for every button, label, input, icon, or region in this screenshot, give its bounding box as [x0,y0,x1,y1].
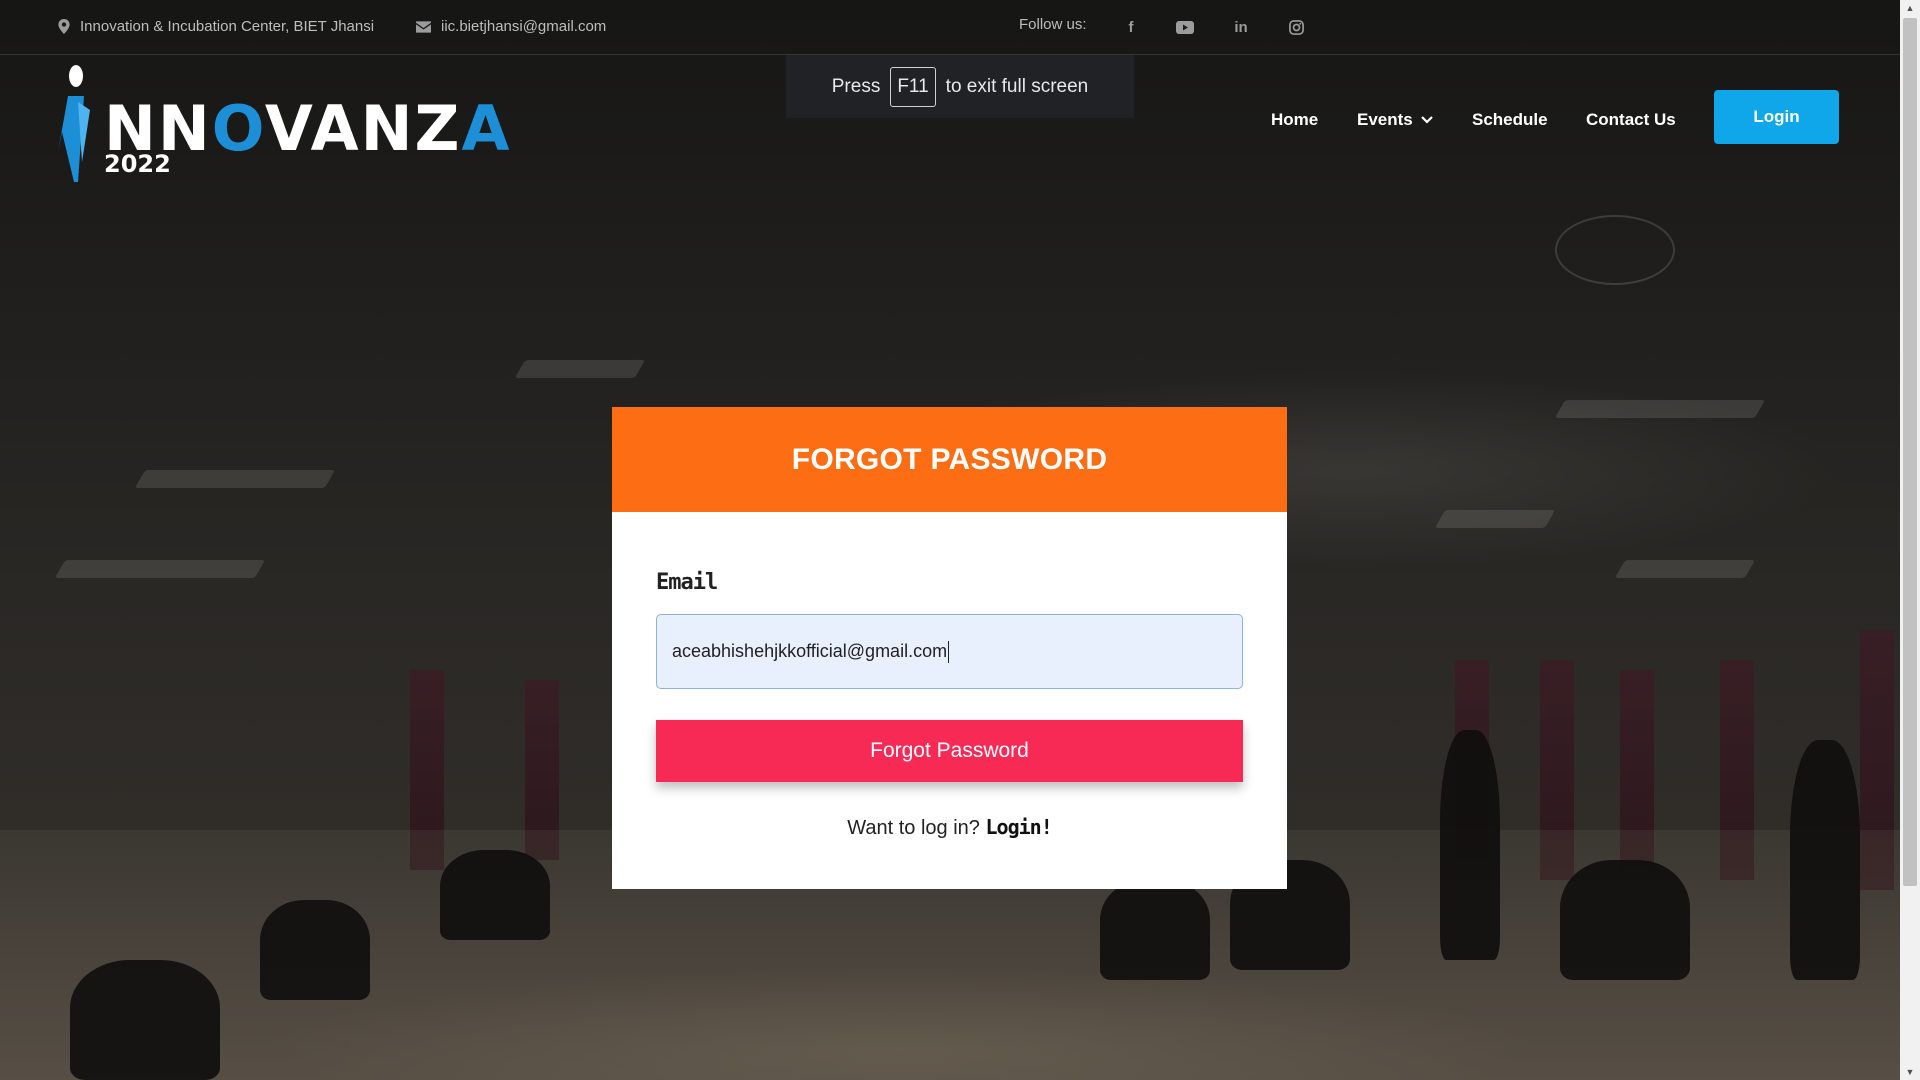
nav-events[interactable]: Events [1357,110,1433,130]
contact-email-link[interactable]: iic.bietjhansi@gmail.com [441,18,606,35]
forgot-password-card: FORGOT PASSWORD Email aceabhishehjkkoffi… [612,407,1287,889]
location-pin-icon [58,19,70,34]
f11-key: F11 [890,66,936,107]
nav-home[interactable]: Home [1271,110,1318,130]
login-link[interactable]: Login! [985,815,1052,839]
envelope-icon [416,20,431,33]
scroll-up-arrow-icon[interactable]: ▲ [1900,0,1920,16]
email-field[interactable]: aceabhishehjkkofficial@gmail.com [656,614,1243,689]
email-label: Email [656,570,718,595]
nav-schedule[interactable]: Schedule [1472,110,1548,130]
login-prompt-text: Want to log in? [847,817,980,839]
card-title: FORGOT PASSWORD [612,407,1287,512]
header-login-button[interactable]: Login [1714,90,1839,144]
fullscreen-press-text: Press [831,75,881,97]
follow-us-label: Follow us: [1019,16,1087,33]
linkedin-icon[interactable]: in [1230,16,1252,38]
logo-year: 2022 [104,150,171,178]
fullscreen-notice: Press F11 to exit full screen [786,55,1134,118]
page-scrollbar[interactable]: ▲ ▼ [1900,0,1920,1080]
logo-i-figure [58,65,90,182]
scrollbar-thumb[interactable] [1903,18,1917,886]
fullscreen-rest-text: to exit full screen [945,75,1089,97]
address-info: Innovation & Incubation Center, BIET Jha… [58,18,374,35]
chevron-down-icon [1420,116,1433,124]
text-caret [948,640,950,663]
login-prompt: Want to log in? Login! [612,815,1287,840]
forgot-password-button[interactable]: Forgot Password [656,720,1243,782]
top-info-bar: Innovation & Incubation Center, BIET Jha… [0,0,1900,55]
facebook-icon[interactable]: f [1120,16,1142,38]
address-text: Innovation & Incubation Center, BIET Jha… [80,18,375,35]
nav-events-label: Events [1357,110,1413,129]
email-field-value: aceabhishehjkkofficial@gmail.com [672,641,948,661]
email-info[interactable]: iic.bietjhansi@gmail.com [416,18,606,35]
innovanza-logo[interactable]: NNOVANZA 2022 [56,62,509,182]
scroll-down-arrow-icon[interactable]: ▼ [1900,1064,1920,1080]
instagram-icon[interactable] [1285,16,1307,38]
nav-contact-us[interactable]: Contact Us [1586,110,1676,130]
youtube-icon[interactable] [1174,16,1196,38]
